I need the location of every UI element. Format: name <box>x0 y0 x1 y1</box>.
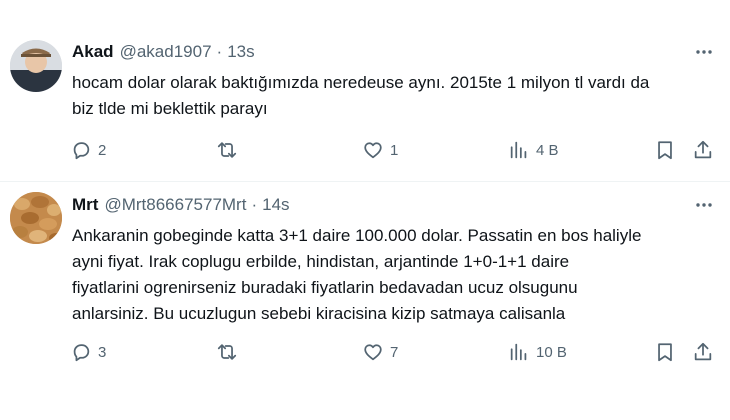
reply-count: 3 <box>98 343 107 361</box>
reply-bubble-icon <box>73 142 90 160</box>
tweet-text-line: fiyatlarini ogrenirseniz buradaki fiyatl… <box>72 278 578 297</box>
like-count: 7 <box>390 343 399 361</box>
bar-chart-icon <box>510 343 527 361</box>
author-handle[interactable]: @akad1907 <box>120 42 212 62</box>
timestamp[interactable]: 14s <box>262 195 289 215</box>
tweet-text-line: hocam dolar olarak baktığımızda neredeus… <box>72 73 650 92</box>
retweet-button[interactable] <box>216 137 244 163</box>
bookmark-icon <box>658 343 672 362</box>
view-count: 4 B <box>536 141 559 159</box>
more-horizontal-icon <box>696 203 712 207</box>
bookmark-button[interactable] <box>654 339 676 365</box>
share-button[interactable] <box>692 339 714 365</box>
action-bar: 2 1 4 B <box>0 137 730 163</box>
tweet-text-line: anlarsiniz. Bu ucuzlugun sebebi kiracisi… <box>72 304 566 323</box>
timeline-feed: Akad @akad1907 · 13s hocam dolar olarak … <box>0 0 730 420</box>
like-button[interactable]: 7 <box>362 339 398 365</box>
tweet-text: hocam dolar olarak baktığımızda neredeus… <box>72 70 722 122</box>
reply-button[interactable]: 3 <box>70 339 106 365</box>
author-handle[interactable]: @Mrt86667577Mrt <box>104 195 246 215</box>
more-options-button[interactable] <box>692 40 716 64</box>
author-name[interactable]: Mrt <box>72 195 98 215</box>
share-upload-icon <box>694 140 712 159</box>
separator-dot: · <box>251 195 258 214</box>
views-button[interactable]: 10 B <box>508 339 567 365</box>
views-button[interactable]: 4 B <box>508 137 559 163</box>
share-button[interactable] <box>692 137 714 163</box>
like-count: 1 <box>390 141 399 159</box>
tweet-text: Ankaranin gobeginde katta 3+1 daire 100.… <box>72 223 722 327</box>
bookmark-button[interactable] <box>654 137 676 163</box>
retweet-arrows-icon <box>217 344 237 360</box>
action-bar: 3 7 10 B <box>0 339 730 365</box>
retweet-arrows-icon <box>217 142 237 158</box>
author-name[interactable]: Akad <box>72 42 114 62</box>
tweet-text-line: ayni fiyat. Irak coplugu erbilde, hindis… <box>72 252 570 271</box>
reply-button[interactable]: 2 <box>70 137 106 163</box>
bar-chart-icon <box>510 141 527 159</box>
more-horizontal-icon <box>696 50 712 54</box>
tweet-card[interactable]: Mrt @Mrt86667577Mrt · 14s Ankaranin gobe… <box>0 182 730 420</box>
bookmark-icon <box>658 141 672 160</box>
avatar-image <box>10 40 62 92</box>
avatar[interactable] <box>10 192 62 244</box>
like-button[interactable]: 1 <box>362 137 398 163</box>
retweet-button[interactable] <box>216 339 244 365</box>
tweet-header: Mrt @Mrt86667577Mrt · 14s <box>72 193 290 217</box>
avatar-image <box>10 192 62 244</box>
reply-count: 2 <box>98 141 107 159</box>
heart-icon <box>364 142 382 159</box>
avatar[interactable] <box>10 40 62 92</box>
separator-dot: · <box>216 42 223 61</box>
heart-icon <box>364 344 382 361</box>
tweet-text-line: biz tlde mi beklettik parayı <box>72 99 268 118</box>
timestamp[interactable]: 13s <box>227 42 254 62</box>
tweet-header: Akad @akad1907 · 13s <box>72 40 255 64</box>
view-count: 10 B <box>536 343 567 361</box>
tweet-card[interactable]: Akad @akad1907 · 13s hocam dolar olarak … <box>0 0 730 181</box>
more-options-button[interactable] <box>692 193 716 217</box>
reply-bubble-icon <box>73 344 90 362</box>
tweet-text-line: Ankaranin gobeginde katta 3+1 daire 100.… <box>72 226 642 245</box>
share-upload-icon <box>694 342 712 361</box>
